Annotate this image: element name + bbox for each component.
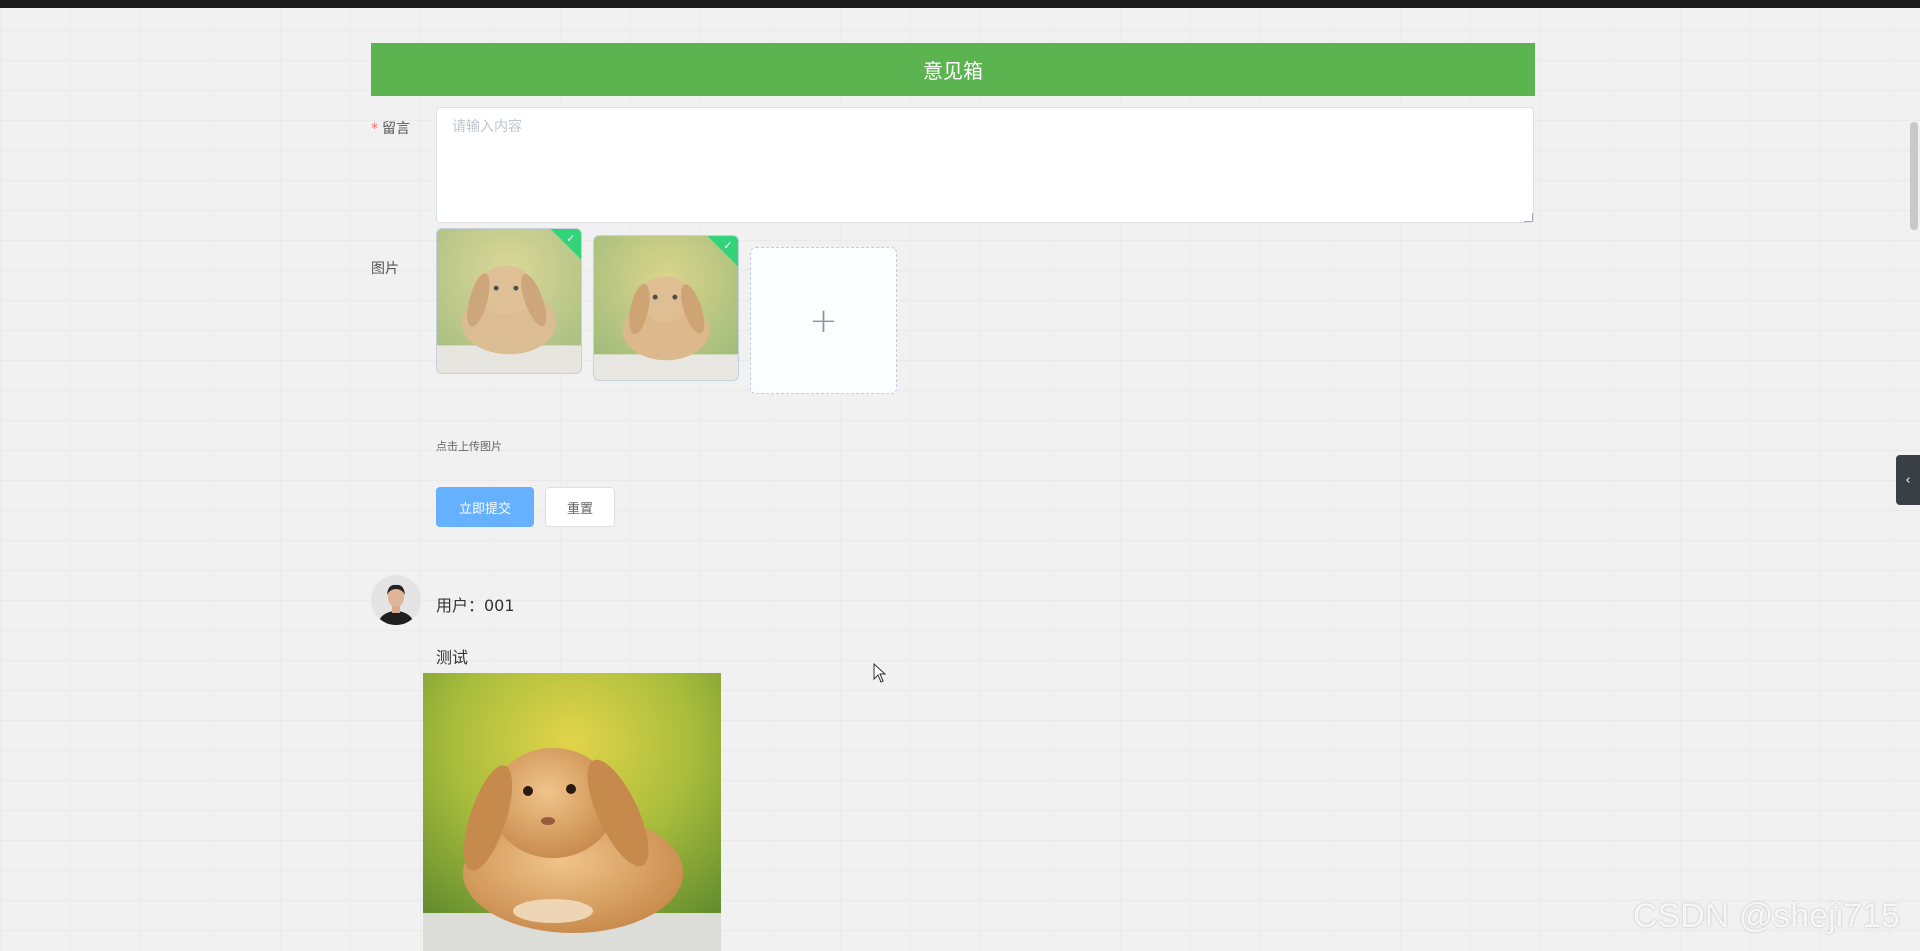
check-icon: ✓ [723, 239, 733, 253]
side-panel-toggle[interactable]: ‹ [1896, 455, 1920, 505]
plus-icon: + [809, 300, 838, 341]
message-label: * 留言 [371, 118, 410, 138]
required-mark: * [371, 121, 378, 137]
uploaded-image-1[interactable]: ✓ [436, 228, 582, 374]
rabbit-image [423, 673, 721, 951]
page-title: 意见箱 [371, 43, 1535, 96]
rabbit-image [437, 229, 581, 373]
submit-button[interactable]: 立即提交 [436, 487, 534, 527]
watermark: CSDN @sheji715 [1633, 897, 1900, 935]
comment-image[interactable] [423, 673, 721, 951]
uploaded-image-2[interactable]: ✓ [593, 235, 739, 381]
avatar [371, 575, 421, 625]
window-top-bar [0, 0, 1920, 8]
reset-button[interactable]: 重置 [545, 487, 615, 527]
user-avatar-icon [371, 575, 421, 625]
chevron-left-icon: ‹ [1905, 472, 1911, 488]
message-textarea[interactable] [436, 107, 1534, 223]
image-upload-button[interactable]: + [750, 247, 897, 394]
textarea-resize-handle[interactable] [1524, 213, 1533, 222]
scrollbar[interactable] [1910, 122, 1918, 230]
comment-username: 用户：001 [436, 596, 515, 615]
rabbit-image [594, 236, 738, 380]
mouse-cursor-icon [873, 663, 887, 683]
upload-tip: 点击上传图片 [436, 440, 502, 453]
message-label-text: 留言 [382, 121, 410, 137]
image-label: 图片 [371, 261, 399, 277]
comment-content: 测试 [436, 648, 469, 667]
check-icon: ✓ [566, 232, 576, 246]
